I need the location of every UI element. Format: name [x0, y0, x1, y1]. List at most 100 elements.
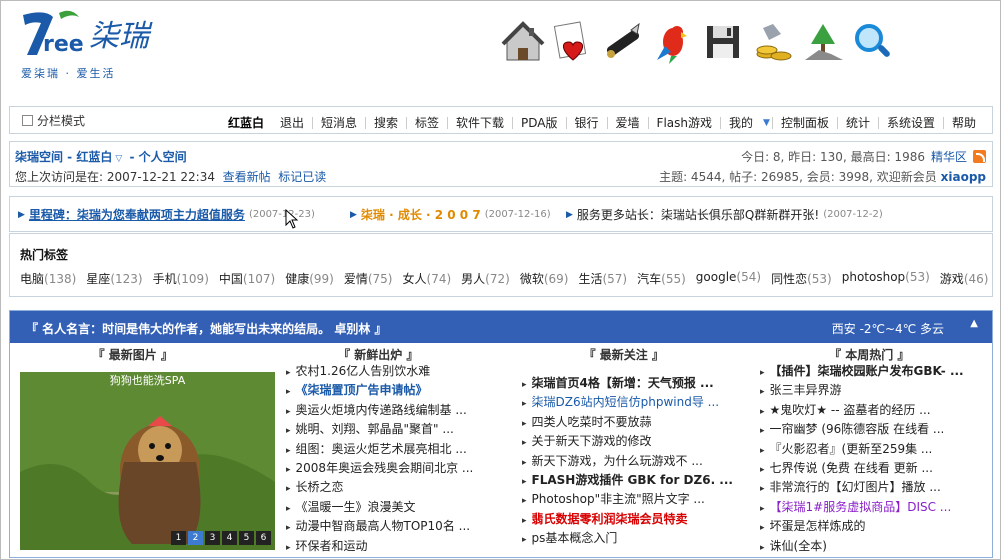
rss-icon[interactable]: [973, 150, 986, 163]
announcement-item[interactable]: ▶ 里程碑：柒瑞为您奉献两项主力超值服务 (2007-12-23): [18, 206, 315, 223]
slide-page-4[interactable]: 4: [222, 531, 237, 545]
menu-my[interactable]: 我的: [721, 114, 761, 131]
menu-downloads[interactable]: 软件下载: [448, 114, 512, 131]
tag-item[interactable]: 中国(107): [219, 270, 275, 287]
tag-item[interactable]: 女人(74): [403, 270, 452, 287]
tree-icon[interactable]: [799, 15, 847, 69]
announcement-item[interactable]: ▶ 柒瑞 · 成长 · 2 0 0 7 (2007-12-16): [350, 206, 551, 223]
new-member-link[interactable]: xiaopp: [941, 170, 986, 184]
list-item[interactable]: 非常流行的【幻灯图片】播放 ...: [760, 478, 976, 497]
list-item[interactable]: ★鬼吹灯★ -- 盗墓者的经历 ...: [760, 401, 976, 420]
tag-item[interactable]: 男人(72): [461, 270, 510, 287]
menu-flash-games[interactable]: Flash游戏: [649, 114, 720, 131]
slide-page-6[interactable]: 6: [256, 531, 271, 545]
list-item[interactable]: 新天下游戏，为什么玩游戏不 ...: [522, 452, 738, 471]
list-item[interactable]: 【插件】柒瑞校园账户发布GBK- ...: [760, 362, 976, 381]
tag-name[interactable]: google: [696, 270, 737, 284]
slide-page-1[interactable]: 1: [171, 531, 186, 545]
tag-item[interactable]: 星座(123): [86, 270, 142, 287]
list-item[interactable]: 张三丰异界游: [760, 381, 976, 400]
list-item[interactable]: 七界传说 (免费 在线看 更新 ...: [760, 459, 976, 478]
pen-icon[interactable]: [599, 15, 647, 69]
tag-item[interactable]: 同性恋(53): [771, 270, 832, 287]
digest-link[interactable]: 精华区: [931, 148, 967, 165]
site-logo[interactable]: ree 柒瑞 爱柒瑞 · 爱生活: [19, 9, 159, 81]
list-item[interactable]: 组图：奥运火炬艺术展亮相北 ...: [286, 440, 502, 459]
space-dropdown-icon[interactable]: ▽: [115, 154, 122, 164]
tag-name[interactable]: 游戏: [940, 272, 964, 286]
tag-item[interactable]: 爱情(75): [344, 270, 393, 287]
favorite-page-icon[interactable]: [549, 15, 597, 69]
home-icon[interactable]: [499, 15, 547, 69]
list-item[interactable]: 四类人吃菜时不要放蒜: [522, 413, 738, 432]
image-slideshow[interactable]: 狗狗也能洗SPA 1 2 3 4 5 6: [20, 372, 275, 550]
mark-read-link[interactable]: 标记已读: [278, 170, 326, 184]
tag-name[interactable]: 中国: [219, 272, 243, 286]
announcement-title[interactable]: 柒瑞 · 成长 · 2 0 0 7: [361, 206, 481, 223]
space-title-main[interactable]: 柒瑞空间 - 红蓝白: [15, 150, 112, 164]
menu-tags[interactable]: 标签: [407, 114, 447, 131]
list-item[interactable]: 长桥之恋: [286, 478, 502, 497]
search-icon[interactable]: [849, 15, 897, 69]
list-item[interactable]: 柒瑞首页4格【新增：天气预报 ...: [522, 374, 738, 393]
disk-icon[interactable]: [699, 15, 747, 69]
slide-page-5[interactable]: 5: [239, 531, 254, 545]
menu-messages[interactable]: 短消息: [313, 114, 365, 131]
tag-name[interactable]: 汽车: [637, 272, 661, 286]
list-item[interactable]: 环保者和运动: [286, 537, 502, 556]
tag-item[interactable]: photoshop(53): [842, 270, 930, 287]
tag-name[interactable]: photoshop: [842, 270, 905, 284]
tag-item[interactable]: google(54): [696, 270, 761, 287]
tag-name[interactable]: 生活: [578, 272, 602, 286]
tag-name[interactable]: 微软: [520, 272, 544, 286]
menu-bank[interactable]: 银行: [567, 114, 607, 131]
tag-item[interactable]: 健康(99): [285, 270, 334, 287]
list-item[interactable]: 动漫中智商最高人物TOP10名 ...: [286, 517, 502, 536]
tag-name[interactable]: 男人: [461, 272, 485, 286]
tag-item[interactable]: 电脑(138): [20, 270, 76, 287]
list-item[interactable]: 奥运火炬境内传递路线编制基 ...: [286, 401, 502, 420]
tag-name[interactable]: 爱情: [344, 272, 368, 286]
tag-name[interactable]: 健康: [285, 272, 309, 286]
tag-item[interactable]: 手机(109): [153, 270, 209, 287]
split-mode-checkbox[interactable]: [22, 115, 33, 126]
list-item[interactable]: 农村1.26亿人告别饮水难: [286, 362, 502, 381]
menu-stats[interactable]: 统计: [838, 114, 878, 131]
tag-name[interactable]: 电脑: [20, 272, 44, 286]
list-item[interactable]: Photoshop"非主流"照片文字 ...: [522, 490, 738, 509]
tag-item[interactable]: 生活(57): [578, 270, 627, 287]
list-item[interactable]: 姚明、刘翔、郭晶晶"聚首" ...: [286, 420, 502, 439]
list-item[interactable]: 2008年奥运会残奥会期间北京 ...: [286, 459, 502, 478]
list-item[interactable]: 诛仙(全本): [760, 537, 976, 556]
menu-pda[interactable]: PDA版: [513, 114, 565, 131]
menu-my-dropdown-icon[interactable]: ▼: [761, 118, 772, 128]
tag-name[interactable]: 手机: [153, 272, 177, 286]
menu-love-wall[interactable]: 爱墙: [608, 114, 648, 131]
tag-name[interactable]: 女人: [403, 272, 427, 286]
list-item[interactable]: ps基本概念入门: [522, 529, 738, 548]
list-item[interactable]: 《温暖一生》浪漫美文: [286, 498, 502, 517]
slide-page-3[interactable]: 3: [205, 531, 220, 545]
slide-page-2[interactable]: 2: [188, 531, 203, 545]
parrot-icon[interactable]: [649, 15, 697, 69]
list-item[interactable]: 坏蛋是怎样炼成的: [760, 517, 976, 536]
list-item[interactable]: 关于新天下游戏的修改: [522, 432, 738, 451]
announcement-title[interactable]: 服务更多站长：柒瑞站长俱乐部Q群新群开张!: [577, 206, 819, 223]
list-item[interactable]: 翡氏数据零利润柒瑞会员特卖: [522, 510, 738, 529]
list-item[interactable]: 【柒瑞1#服务虚拟商品】DISC ...: [760, 498, 976, 517]
menu-control-panel[interactable]: 控制面板: [773, 114, 837, 131]
tag-item[interactable]: 微软(69): [520, 270, 569, 287]
list-item[interactable]: 《柒瑞置顶广告申请帖》: [286, 381, 502, 400]
menu-system-settings[interactable]: 系统设置: [879, 114, 943, 131]
list-item[interactable]: 一帘幽梦 (96陈德容版 在线看 ...: [760, 420, 976, 439]
announcement-title[interactable]: 里程碑：柒瑞为您奉献两项主力超值服务: [29, 206, 245, 223]
menu-help[interactable]: 帮助: [944, 114, 984, 131]
list-item[interactable]: 『火影忍者』(更新至259集 ...: [760, 440, 976, 459]
menu-search[interactable]: 搜索: [366, 114, 406, 131]
list-item[interactable]: 柒瑞DZ6站内短信仿phpwind导 ...: [522, 393, 738, 412]
menu-theme[interactable]: 红蓝白: [220, 114, 272, 131]
list-item[interactable]: FLASH游戏插件 GBK for DZ6. ...: [522, 471, 738, 490]
tag-item[interactable]: 游戏(46): [940, 270, 989, 287]
announcement-item[interactable]: ▶ 服务更多站长：柒瑞站长俱乐部Q群新群开张! (2007-12-2): [566, 206, 883, 223]
view-new-posts-link[interactable]: 查看新帖: [223, 170, 271, 184]
